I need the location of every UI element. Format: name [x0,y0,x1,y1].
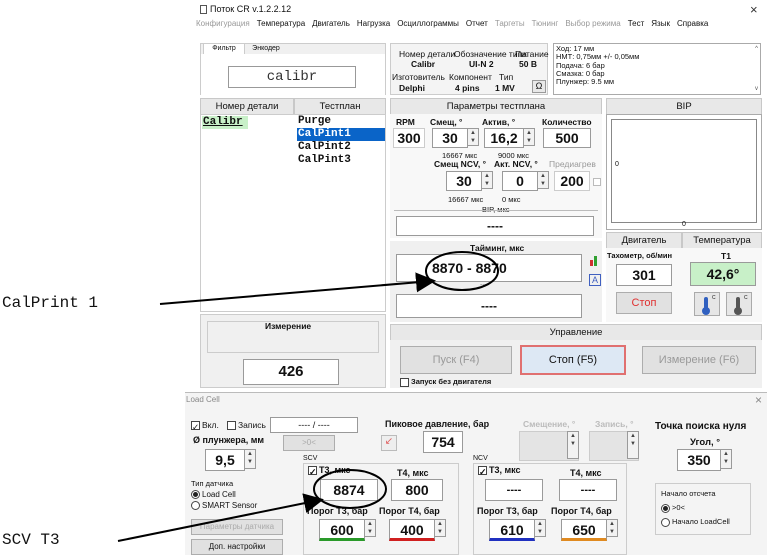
callout-ellipse-scv [313,469,387,509]
callout-arrow-scv [117,493,324,542]
callout-ellipse-timing [425,251,499,291]
callout-arrow-timing [159,272,436,305]
callout-overlay [117,251,499,542]
